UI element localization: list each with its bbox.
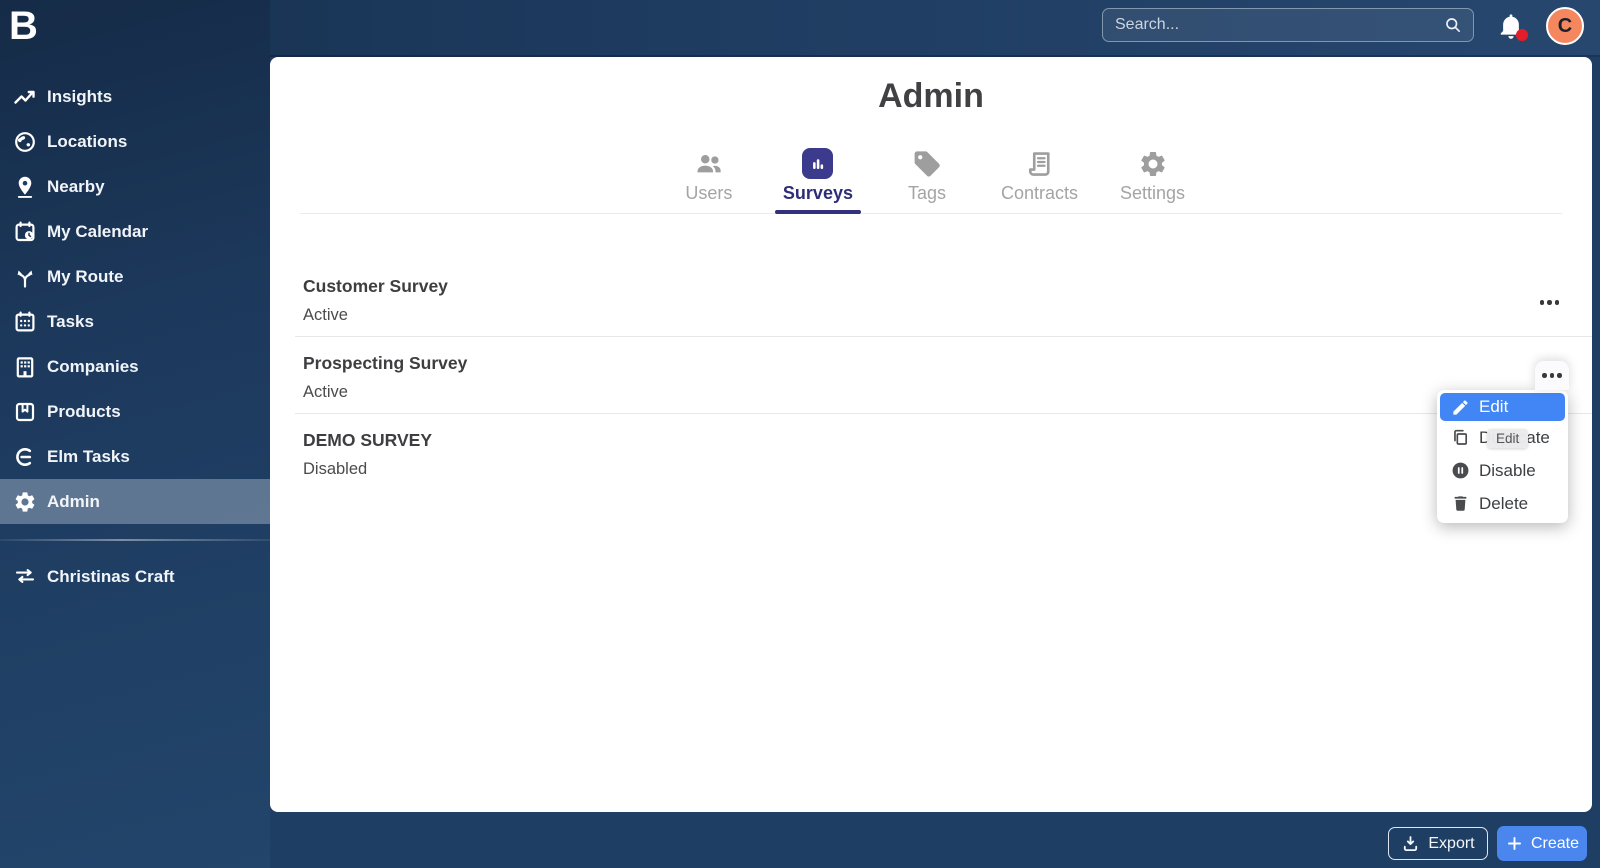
sidebar-nav: Insights Locations Nearby My Calendar (0, 74, 270, 524)
switch-arrows-icon (12, 564, 38, 590)
notifications-button[interactable] (1496, 9, 1528, 45)
sidebar-item-nearby[interactable]: Nearby (0, 164, 270, 209)
survey-list: Customer Survey Active Prospecting Surve… (270, 260, 1592, 491)
tab-surveys[interactable]: Surveys (775, 143, 861, 213)
app-root: C B Insights Locations Nearby (0, 0, 1600, 868)
menu-item-edit[interactable]: Edit (1440, 393, 1565, 421)
plus-icon (1505, 834, 1524, 853)
tab-contracts[interactable]: Contracts (993, 143, 1086, 213)
sidebar-item-label: Insights (47, 87, 112, 107)
sidebar-item-label: Elm Tasks (47, 447, 130, 467)
pencil-icon (1450, 397, 1470, 417)
contract-scroll-icon (1025, 143, 1055, 179)
gear-icon (12, 489, 38, 515)
tab-label: Settings (1120, 183, 1185, 204)
sidebar-item-label: Nearby (47, 177, 105, 197)
tasks-calendar-icon (12, 309, 38, 335)
menu-item-label: Edit (1479, 397, 1508, 417)
survey-status: Disabled (303, 458, 1592, 480)
map-pin-icon (12, 174, 38, 200)
sidebar-item-elm-tasks[interactable]: Elm Tasks (0, 434, 270, 479)
avatar-initial: C (1558, 15, 1572, 38)
calendar-clock-icon (12, 219, 38, 245)
search-box[interactable] (1102, 8, 1474, 42)
survey-status: Active (303, 381, 1592, 403)
survey-row-prospecting-survey: Prospecting Survey Active (270, 337, 1592, 414)
sidebar-item-label: Tasks (47, 312, 94, 332)
tab-users[interactable]: Users (669, 143, 749, 213)
admin-tabs: Users Surveys Tags Contracts (300, 143, 1562, 214)
sidebar-item-label: Christinas Craft (47, 567, 175, 587)
ellipsis-icon (1542, 373, 1562, 378)
sidebar-item-label: My Route (47, 267, 124, 287)
tab-label: Surveys (783, 183, 853, 204)
menu-item-label: Delete (1479, 494, 1528, 514)
search-input[interactable] (1113, 15, 1443, 35)
sidebar-item-christinas-craft[interactable]: Christinas Craft (0, 554, 270, 599)
elm-tasks-icon (12, 444, 38, 470)
edit-tooltip: Edit (1487, 429, 1528, 448)
context-menu: Edit Duplicate Disable Delete (1437, 390, 1568, 523)
tab-label: Contracts (1001, 183, 1078, 204)
survey-status: Active (303, 304, 1592, 326)
sidebar-item-label: Companies (47, 357, 139, 377)
sidebar-item-my-route[interactable]: My Route (0, 254, 270, 299)
export-button[interactable]: Export (1388, 827, 1488, 860)
sidebar-item-my-calendar[interactable]: My Calendar (0, 209, 270, 254)
notification-badge (1516, 29, 1528, 41)
download-icon (1401, 834, 1420, 853)
survey-row-customer-survey: Customer Survey Active (270, 260, 1592, 337)
survey-row-demo-survey: DEMO SURVEY Disabled (270, 414, 1592, 491)
survey-name: DEMO SURVEY (303, 428, 1592, 452)
users-icon (694, 143, 724, 179)
tab-label: Tags (908, 183, 946, 204)
building-icon (12, 354, 38, 380)
tab-tags[interactable]: Tags (887, 143, 967, 213)
export-label: Export (1428, 835, 1474, 853)
menu-item-label: Disable (1479, 461, 1536, 481)
sidebar-item-admin[interactable]: Admin (0, 479, 270, 524)
menu-item-delete[interactable]: Delete (1440, 487, 1565, 520)
search-icon (1443, 15, 1463, 35)
insights-icon (12, 84, 38, 110)
app-logo[interactable]: B (9, 0, 38, 52)
survey-name: Customer Survey (303, 274, 1592, 298)
route-icon (12, 264, 38, 290)
create-label: Create (1531, 835, 1579, 853)
surveys-chart-icon (802, 143, 833, 179)
sidebar-item-insights[interactable]: Insights (0, 74, 270, 119)
sidebar-item-locations[interactable]: Locations (0, 119, 270, 164)
globe-icon (12, 129, 38, 155)
create-button[interactable]: Create (1497, 826, 1587, 861)
copy-icon (1450, 428, 1470, 448)
product-bookmark-icon (12, 399, 38, 425)
sidebar-item-label: My Calendar (47, 222, 148, 242)
row-menu-button-open[interactable] (1535, 361, 1569, 390)
tab-label: Users (685, 183, 732, 204)
sidebar-item-tasks[interactable]: Tasks (0, 299, 270, 344)
content-card: Admin Users Surveys Tags (270, 57, 1592, 812)
sidebar-item-label: Products (47, 402, 121, 422)
sidebar-item-label: Locations (47, 132, 127, 152)
user-avatar[interactable]: C (1546, 7, 1584, 45)
pause-circle-icon (1450, 461, 1470, 481)
sidebar-item-label: Admin (47, 492, 100, 512)
settings-gear-icon (1138, 143, 1168, 179)
sidebar-item-products[interactable]: Products (0, 389, 270, 434)
menu-item-disable[interactable]: Disable (1440, 454, 1565, 487)
sidebar-divider (0, 539, 270, 541)
survey-name: Prospecting Survey (303, 351, 1592, 375)
tag-icon (912, 143, 942, 179)
row-menu-button[interactable] (1540, 300, 1560, 305)
sidebar-item-companies[interactable]: Companies (0, 344, 270, 389)
tab-settings[interactable]: Settings (1112, 143, 1193, 213)
sidebar: B Insights Locations Nearby (0, 0, 270, 868)
trash-icon (1450, 494, 1470, 514)
page-title: Admin (270, 77, 1592, 116)
